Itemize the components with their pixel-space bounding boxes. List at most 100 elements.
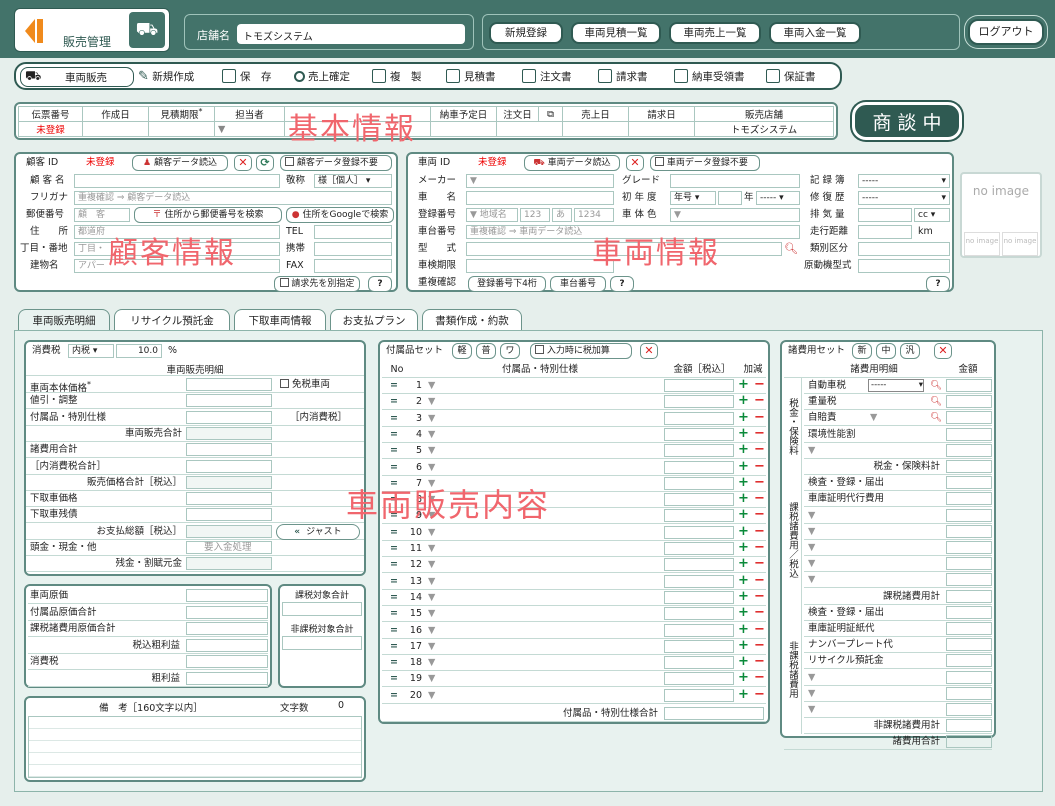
plus-icon[interactable]: + (738, 507, 749, 522)
drag-handle-icon[interactable]: = (390, 623, 398, 638)
accessory-amount[interactable] (664, 558, 734, 572)
accessory-item-select[interactable]: ▼ (428, 460, 435, 475)
minus-icon[interactable]: − (754, 573, 765, 588)
sales-value-field[interactable] (186, 492, 272, 506)
drag-handle-icon[interactable]: = (390, 476, 398, 491)
tab-documents[interactable]: 書類作成・約款 (422, 309, 522, 331)
accessory-amount[interactable] (664, 395, 734, 409)
accessory-item-select[interactable]: ▼ (428, 574, 435, 589)
accessory-item-select[interactable]: ▼ (428, 492, 435, 507)
cost-value[interactable] (186, 671, 268, 685)
fee-amount[interactable] (946, 541, 992, 554)
warranty-print-button[interactable]: 保証書 (766, 67, 816, 87)
minus-icon[interactable]: − (754, 540, 765, 555)
cost-value[interactable] (186, 589, 268, 602)
tab-recycle[interactable]: リサイクル預託金 (114, 309, 230, 331)
sale-date-field[interactable] (562, 121, 629, 138)
building-input[interactable]: アパー (74, 259, 280, 273)
sales-value-field[interactable] (186, 394, 272, 408)
search-icon[interactable]: 🔍︎ (930, 410, 942, 425)
clear-fees-icon[interactable]: ✕ (934, 343, 952, 359)
fee-item-select[interactable]: ▼ (808, 670, 815, 685)
drag-handle-icon[interactable]: = (390, 639, 398, 654)
accessory-item-select[interactable]: ▼ (428, 427, 435, 442)
google-search-button[interactable]: ● 住所をGoogleで検索 (286, 207, 394, 223)
vehicle-image-area[interactable]: no image no image no image (960, 172, 1042, 258)
drag-handle-icon[interactable]: = (390, 443, 398, 458)
fee-item-select[interactable]: ▼ (808, 702, 815, 717)
accessory-amount[interactable] (664, 493, 734, 507)
fee-item-select[interactable]: ▼ (808, 508, 815, 523)
back-icon[interactable] (25, 19, 43, 43)
accessory-amount[interactable] (664, 525, 734, 539)
accessory-item-select[interactable]: ▼ (428, 688, 435, 703)
minus-icon[interactable]: − (754, 524, 765, 539)
tel-input[interactable] (314, 225, 392, 239)
fee-amount[interactable] (946, 605, 992, 619)
fee-amount[interactable] (946, 638, 992, 652)
expiry-field[interactable] (148, 121, 215, 138)
minus-icon[interactable]: − (754, 670, 765, 685)
plus-icon[interactable]: + (738, 442, 749, 457)
accessory-amount[interactable] (664, 542, 734, 555)
plus-icon[interactable]: + (738, 622, 749, 637)
car-name-input[interactable] (466, 191, 614, 205)
accessory-item-select[interactable]: ▼ (428, 623, 435, 638)
plus-icon[interactable]: + (738, 589, 749, 604)
fee-amount[interactable] (946, 622, 992, 635)
plus-icon[interactable]: + (738, 426, 749, 441)
accessory-amount[interactable] (664, 444, 734, 458)
fee-amount[interactable] (946, 427, 992, 441)
sales-value-field[interactable] (186, 410, 272, 424)
accessory-item-select[interactable]: ▼ (428, 443, 435, 458)
minus-icon[interactable]: − (754, 622, 765, 637)
minus-icon[interactable]: − (754, 638, 765, 653)
delivery-print-button[interactable]: 納車受領書 (674, 67, 745, 87)
nav-payment-list[interactable]: 車両入金一覧 (769, 22, 861, 44)
search-icon[interactable]: 🔍︎ (930, 394, 942, 409)
customer-no-register[interactable]: 顧客データ登録不要 (280, 155, 392, 171)
mobile-input[interactable] (314, 242, 392, 256)
mode-vehicle-sales[interactable]: ⛟ 車両販売 (20, 67, 134, 87)
accessory-amount[interactable] (664, 509, 734, 523)
fee-amount[interactable] (946, 411, 992, 425)
accessory-amount[interactable] (664, 672, 734, 686)
tax-rate-input[interactable]: 10.0 (116, 344, 162, 358)
order-print-button[interactable]: 注文書 (522, 67, 572, 87)
logout-button[interactable]: ログアウト (968, 19, 1044, 45)
accessory-item-select[interactable]: ▼ (428, 590, 435, 605)
drag-handle-icon[interactable]: = (390, 378, 398, 393)
nav-estimate-list[interactable]: 車両見積一覧 (571, 22, 661, 44)
fee-amount[interactable] (946, 508, 992, 522)
accessory-amount[interactable] (664, 688, 734, 702)
accessory-item-select[interactable]: ▼ (428, 541, 435, 556)
fee-amount[interactable] (946, 476, 992, 490)
cost-value[interactable] (186, 638, 268, 652)
drag-handle-icon[interactable]: = (390, 525, 398, 540)
accessory-amount[interactable] (664, 411, 734, 425)
thumb-2[interactable]: no image (1002, 232, 1038, 256)
accessory-amount[interactable] (664, 656, 734, 670)
plus-icon[interactable]: + (738, 573, 749, 588)
customer-read-button[interactable]: ♟ 顧客データ読込 (132, 155, 228, 171)
accessory-item-select[interactable]: ▼ (428, 476, 435, 491)
accessory-item-select[interactable]: ▼ (428, 606, 435, 621)
fee-item-select[interactable]: ▼ (808, 686, 815, 701)
accessory-item-select[interactable]: ▼ (428, 394, 435, 409)
class-no-input[interactable]: 123 (520, 208, 550, 222)
drag-handle-icon[interactable]: = (390, 671, 398, 686)
thumb-1[interactable]: no image (964, 232, 1000, 256)
minus-icon[interactable]: − (754, 605, 765, 620)
created-field[interactable] (82, 121, 149, 138)
customer-help-icon[interactable]: ? (368, 276, 392, 292)
fee-amount[interactable] (946, 395, 992, 409)
fee-item-select[interactable]: ▼ (808, 443, 815, 458)
shop-name-field[interactable]: トモズシステム (237, 24, 465, 44)
minus-icon[interactable]: − (754, 393, 765, 408)
minus-icon[interactable]: − (754, 410, 765, 425)
tab-sales-detail[interactable]: 車両販売明細 (18, 309, 110, 332)
accessory-amount[interactable] (664, 607, 734, 621)
fee-item-select[interactable]: ▼ (808, 556, 815, 571)
model-input[interactable] (466, 242, 782, 256)
accessory-item-select[interactable]: ▼ (428, 411, 435, 426)
